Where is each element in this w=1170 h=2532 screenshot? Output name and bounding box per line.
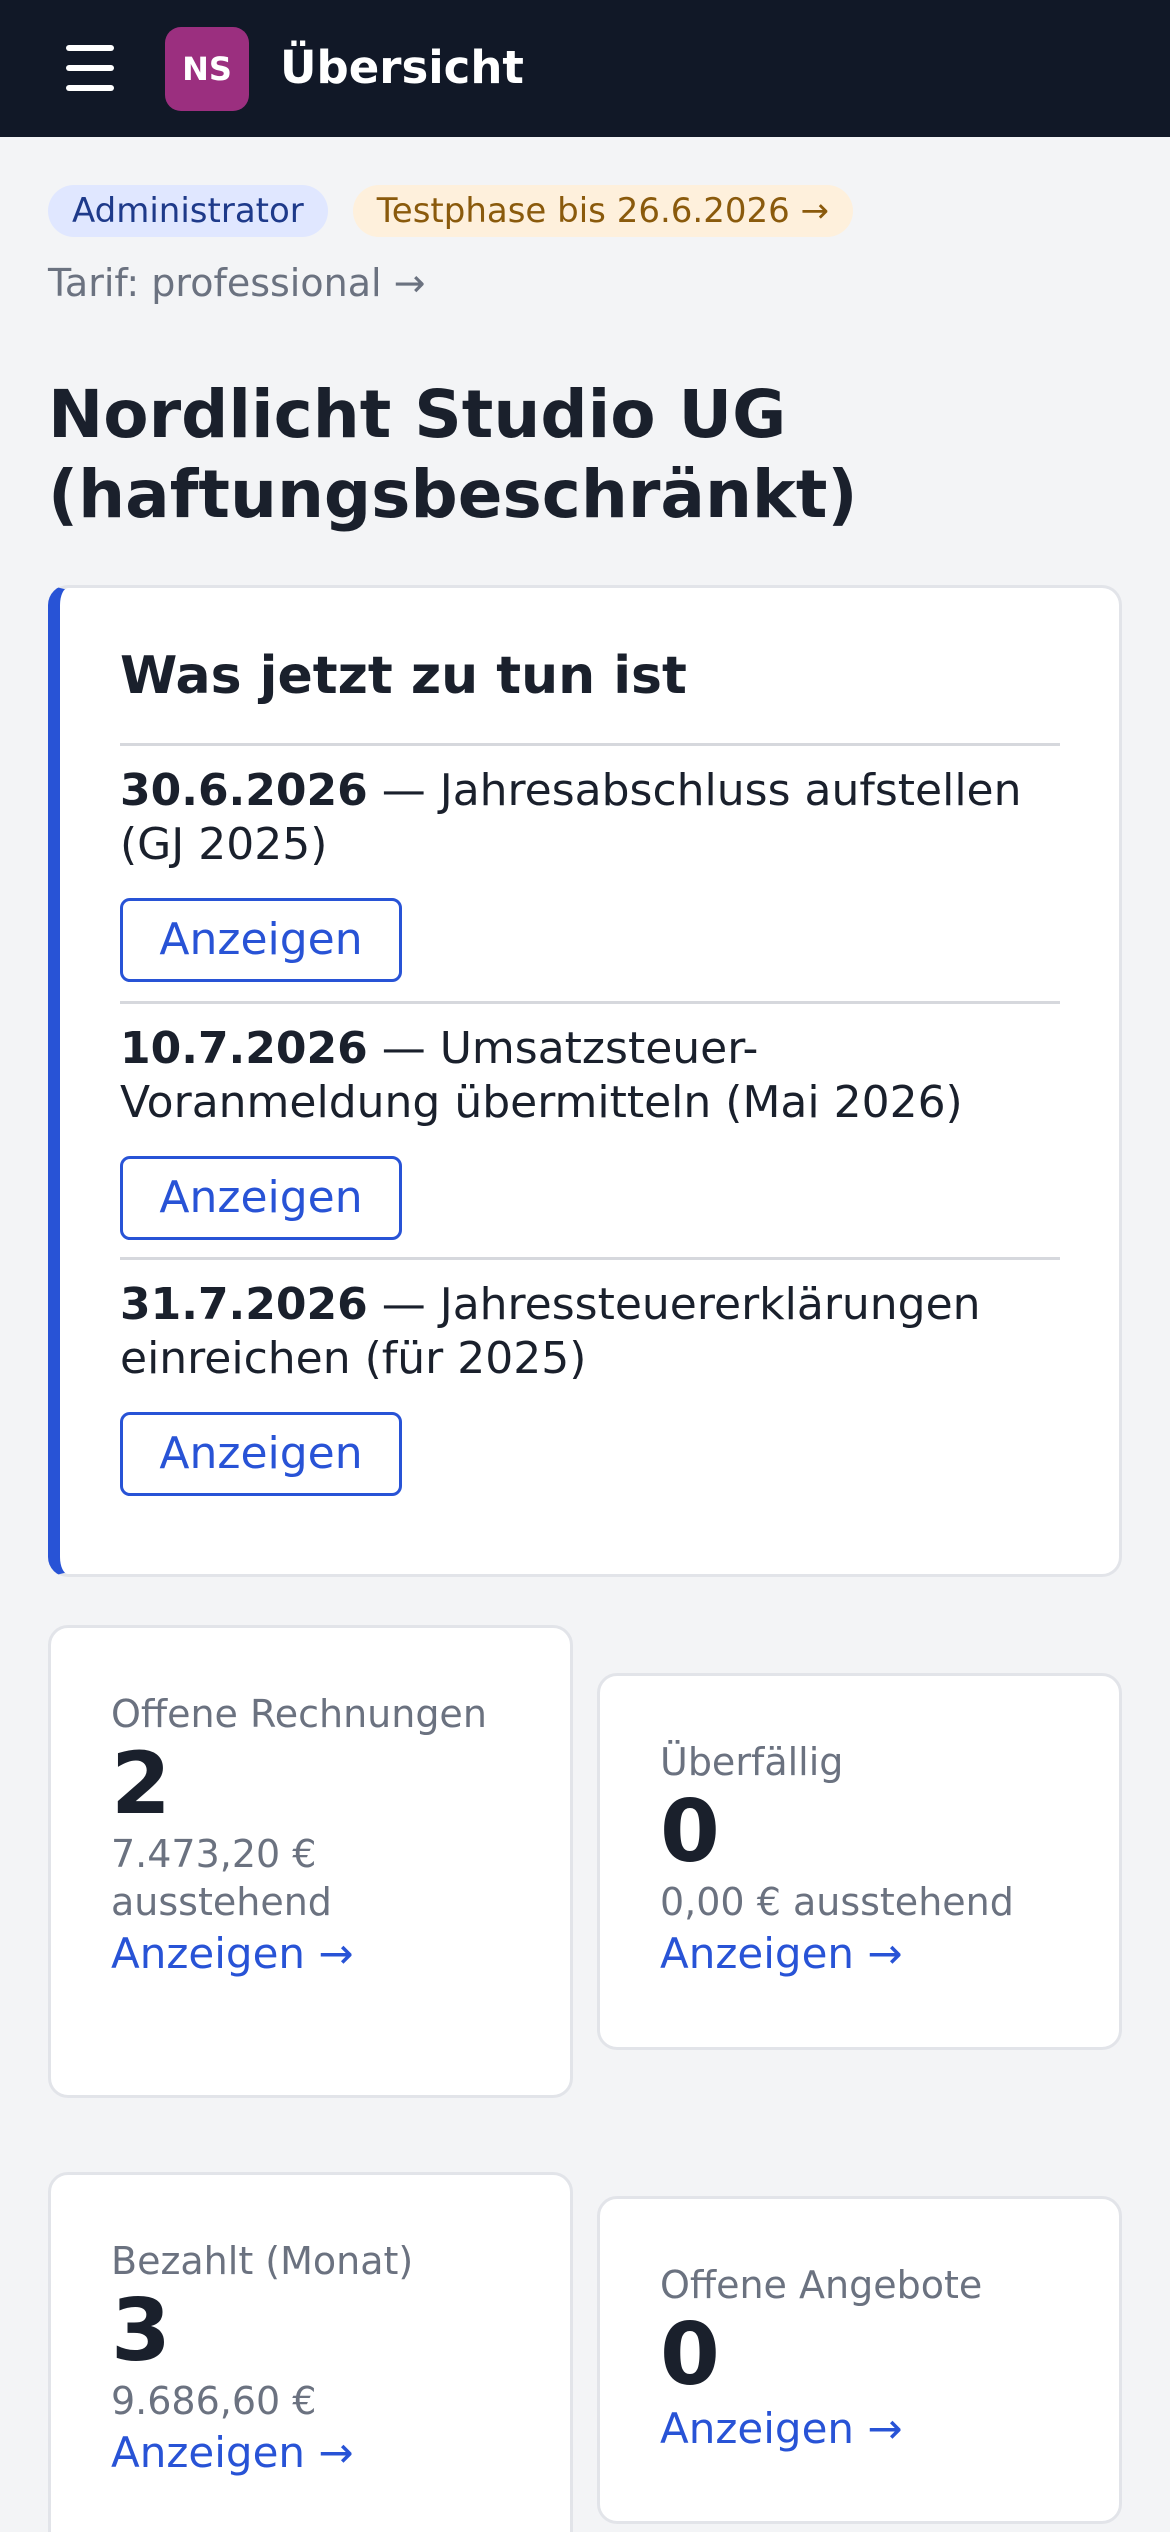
trial-badge-link[interactable]: Testphase bis 26.6.2026 → <box>352 185 854 237</box>
stat-label: Offene Angebote <box>660 2263 983 2307</box>
page-title: Übersicht <box>280 41 524 94</box>
stat-card-open-invoices: Offene Rechnungen 2 7.473,20 € ausstehen… <box>48 1625 573 2098</box>
stat-show-link[interactable]: Anzeigen → <box>111 1926 354 1982</box>
stat-show-link[interactable]: Anzeigen → <box>660 1926 903 1982</box>
todo-card: Was jetzt zu tun ist 30.6.2026 — Jahresa… <box>48 585 1122 1577</box>
org-avatar[interactable]: NS <box>165 27 249 111</box>
stat-show-link[interactable]: Anzeigen → <box>660 2401 903 2457</box>
todo-show-button[interactable]: Anzeigen <box>120 898 402 982</box>
stat-value: 3 <box>111 2281 171 2381</box>
todo-show-button[interactable]: Anzeigen <box>120 1412 402 1496</box>
stat-value: 0 <box>660 2305 720 2405</box>
todo-show-button[interactable]: Anzeigen <box>120 1156 402 1240</box>
todo-date: 10.7.2026 <box>120 1023 368 1074</box>
plan-link[interactable]: Tarif: professional → <box>48 256 425 310</box>
stat-subtext: 9.686,60 € <box>111 2379 317 2423</box>
stat-label: Bezahlt (Monat) <box>111 2239 414 2283</box>
stat-show-link[interactable]: Anzeigen → <box>111 2425 354 2481</box>
todo-text: 31.7.2026 — Jahressteuererklärungen einr… <box>120 1278 1060 1386</box>
todo-date: 31.7.2026 <box>120 1279 368 1330</box>
todo-text: 10.7.2026 — Umsatzsteuer-Voranmeldung üb… <box>120 1022 1060 1130</box>
stat-label: Überfällig <box>660 1740 844 1784</box>
todo-item: 31.7.2026 — Jahressteuererklärungen einr… <box>120 1257 1060 1496</box>
stat-card-paid-month: Bezahlt (Monat) 3 9.686,60 € Anzeigen → <box>48 2172 573 2532</box>
company-name: Nordlicht Studio UG (haftungsbeschränkt) <box>48 376 858 533</box>
top-app-bar: NS Übersicht <box>0 0 1170 137</box>
todo-item: 30.6.2026 — Jahresabschluss aufstellen (… <box>120 743 1060 982</box>
status-badges: Administrator Testphase bis 26.6.2026 → <box>48 185 854 237</box>
stat-card-overdue: Überfällig 0 0,00 € ausstehend Anzeigen … <box>597 1673 1122 2050</box>
todo-date: 30.6.2026 <box>120 765 368 816</box>
stat-value: 0 <box>660 1782 720 1882</box>
hamburger-menu-icon[interactable] <box>66 45 114 91</box>
todo-title: Was jetzt zu tun ist <box>120 646 687 706</box>
todo-item: 10.7.2026 — Umsatzsteuer-Voranmeldung üb… <box>120 1001 1060 1240</box>
stat-card-open-quotes: Offene Angebote 0 Anzeigen → <box>597 2196 1122 2524</box>
stat-value: 2 <box>111 1734 171 1834</box>
role-badge: Administrator <box>48 185 328 237</box>
stat-label: Offene Rechnungen <box>111 1692 487 1736</box>
stat-subtext: 0,00 € ausstehend <box>660 1880 1014 1924</box>
stat-subtext: 7.473,20 € ausstehend <box>111 1832 332 1924</box>
todo-text: 30.6.2026 — Jahresabschluss aufstellen (… <box>120 764 1060 872</box>
